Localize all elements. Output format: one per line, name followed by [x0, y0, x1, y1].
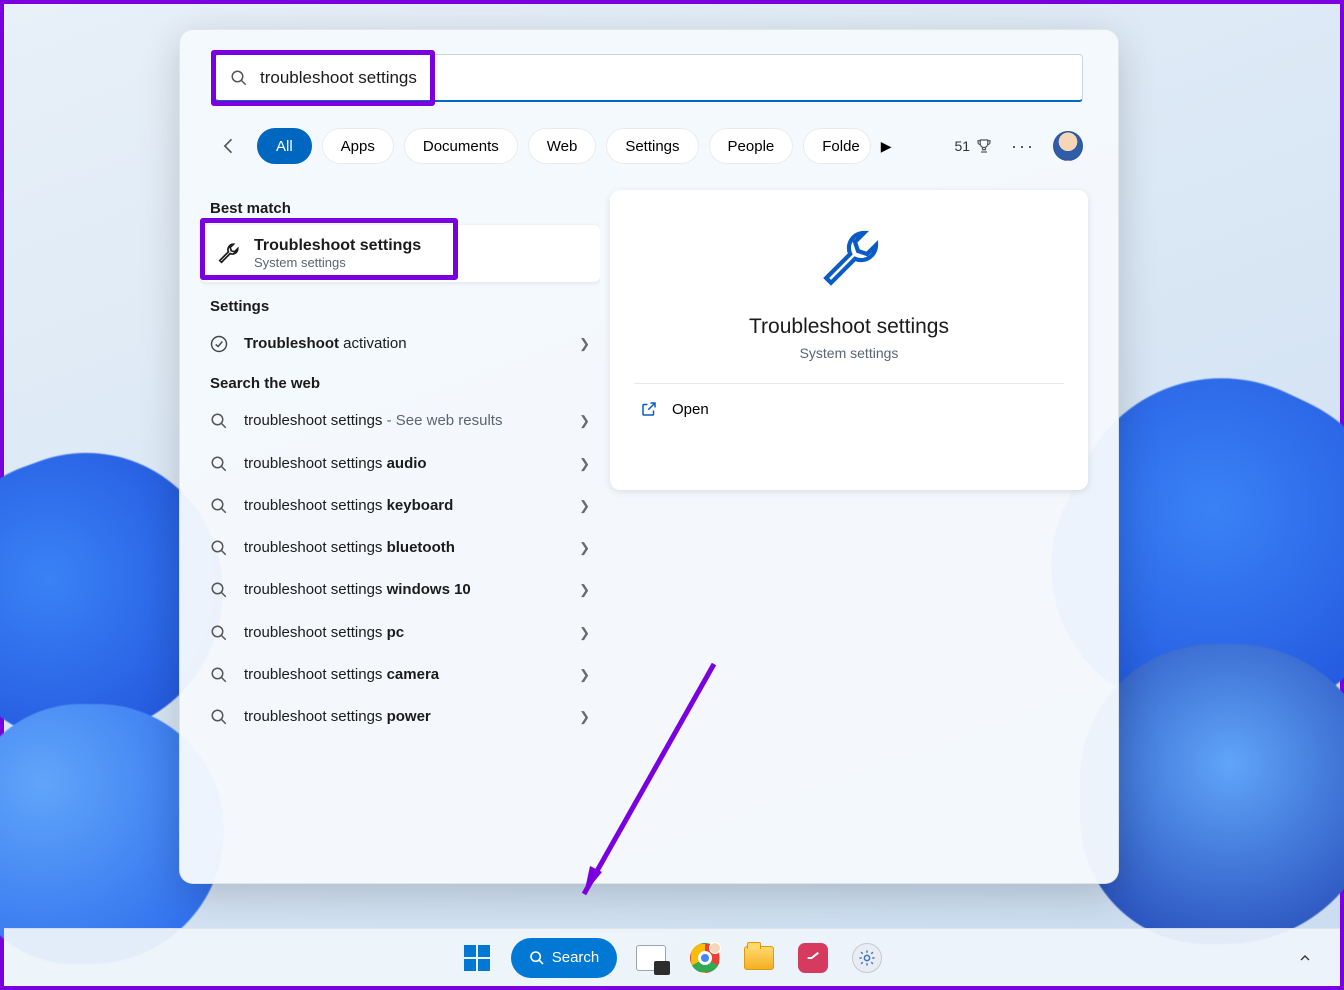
section-best-match: Best match	[200, 190, 600, 225]
chevron-right-icon: ❯	[579, 336, 590, 352]
results-column: Best match Troubleshoot settings System …	[200, 190, 600, 873]
web-result-1[interactable]: troubleshoot settings audio❯	[200, 443, 600, 485]
taskbar-search-button[interactable]: Search	[511, 938, 618, 978]
best-match-result[interactable]: Troubleshoot settings System settings	[200, 225, 600, 282]
best-match-subtitle: System settings	[254, 255, 421, 270]
filter-settings[interactable]: Settings	[606, 128, 698, 164]
back-button[interactable]	[215, 136, 243, 156]
search-icon	[206, 581, 232, 599]
search-icon	[206, 624, 232, 642]
trophy-icon	[975, 137, 993, 155]
filter-folders[interactable]: Folde	[803, 128, 871, 164]
filter-apps[interactable]: Apps	[322, 128, 394, 164]
detail-pane: Troubleshoot settings System settings Op…	[610, 190, 1088, 490]
filter-all[interactable]: All	[257, 128, 312, 164]
search-icon	[206, 412, 232, 430]
search-bar[interactable]	[215, 54, 1083, 102]
chevron-right-icon: ❯	[579, 540, 590, 556]
taskbar-app-todoist[interactable]	[793, 938, 833, 978]
search-icon	[206, 539, 232, 557]
detail-subtitle: System settings	[800, 345, 899, 361]
taskbar-app-chrome[interactable]	[685, 938, 725, 978]
chevron-right-icon: ❯	[579, 709, 590, 725]
start-search-panel: All Apps Documents Web Settings People F…	[179, 29, 1119, 884]
check-circle-icon	[206, 334, 232, 354]
search-input[interactable]	[260, 68, 1068, 88]
chevron-right-icon: ❯	[579, 582, 590, 598]
chevron-right-icon: ❯	[579, 413, 590, 429]
open-external-icon	[640, 400, 658, 418]
chevron-right-icon: ❯	[579, 625, 590, 641]
taskbar-app-settings[interactable]	[847, 938, 887, 978]
search-icon	[206, 708, 232, 726]
detail-title: Troubleshoot settings	[749, 315, 949, 339]
search-icon	[206, 497, 232, 515]
rewards-count: 51	[954, 138, 970, 154]
more-options[interactable]: ···	[1003, 136, 1043, 157]
search-icon	[206, 455, 232, 473]
wrench-icon	[214, 241, 242, 267]
open-action[interactable]: Open	[634, 384, 1064, 434]
web-result-0[interactable]: troubleshoot settings - See web results❯	[200, 400, 600, 442]
chevron-right-icon: ❯	[579, 456, 590, 472]
taskbar-overflow[interactable]	[1290, 943, 1320, 973]
settings-result-troubleshoot-activation[interactable]: Troubleshoot activation ❯	[200, 323, 600, 365]
web-result-6[interactable]: troubleshoot settings camera❯	[200, 654, 600, 696]
best-match-title: Troubleshoot settings	[254, 237, 421, 255]
web-result-3[interactable]: troubleshoot settings bluetooth❯	[200, 527, 600, 569]
filter-row: All Apps Documents Web Settings People F…	[215, 126, 1083, 166]
web-result-5[interactable]: troubleshoot settings pc❯	[200, 612, 600, 654]
wrench-icon	[813, 224, 885, 301]
section-settings: Settings	[200, 288, 600, 323]
open-label: Open	[672, 401, 709, 418]
search-icon	[529, 950, 545, 966]
start-button[interactable]	[457, 938, 497, 978]
gear-icon	[858, 949, 876, 967]
taskbar-app-explorer[interactable]	[739, 938, 779, 978]
section-search-web: Search the web	[200, 365, 600, 400]
search-icon	[230, 69, 248, 87]
chevron-right-icon: ❯	[579, 498, 590, 514]
filter-people[interactable]: People	[709, 128, 794, 164]
user-avatar[interactable]	[1053, 131, 1083, 161]
rewards-badge[interactable]: 51	[954, 137, 993, 155]
taskbar: Search	[4, 928, 1340, 986]
web-result-2[interactable]: troubleshoot settings keyboard❯	[200, 485, 600, 527]
web-result-4[interactable]: troubleshoot settings windows 10❯	[200, 569, 600, 611]
filter-more-icon[interactable]: ▶	[881, 138, 892, 155]
filter-documents[interactable]: Documents	[404, 128, 518, 164]
filter-web[interactable]: Web	[528, 128, 597, 164]
web-result-7[interactable]: troubleshoot settings power❯	[200, 696, 600, 738]
search-icon	[206, 666, 232, 684]
task-view-button[interactable]	[631, 938, 671, 978]
taskbar-search-label: Search	[552, 949, 600, 966]
chevron-right-icon: ❯	[579, 667, 590, 683]
